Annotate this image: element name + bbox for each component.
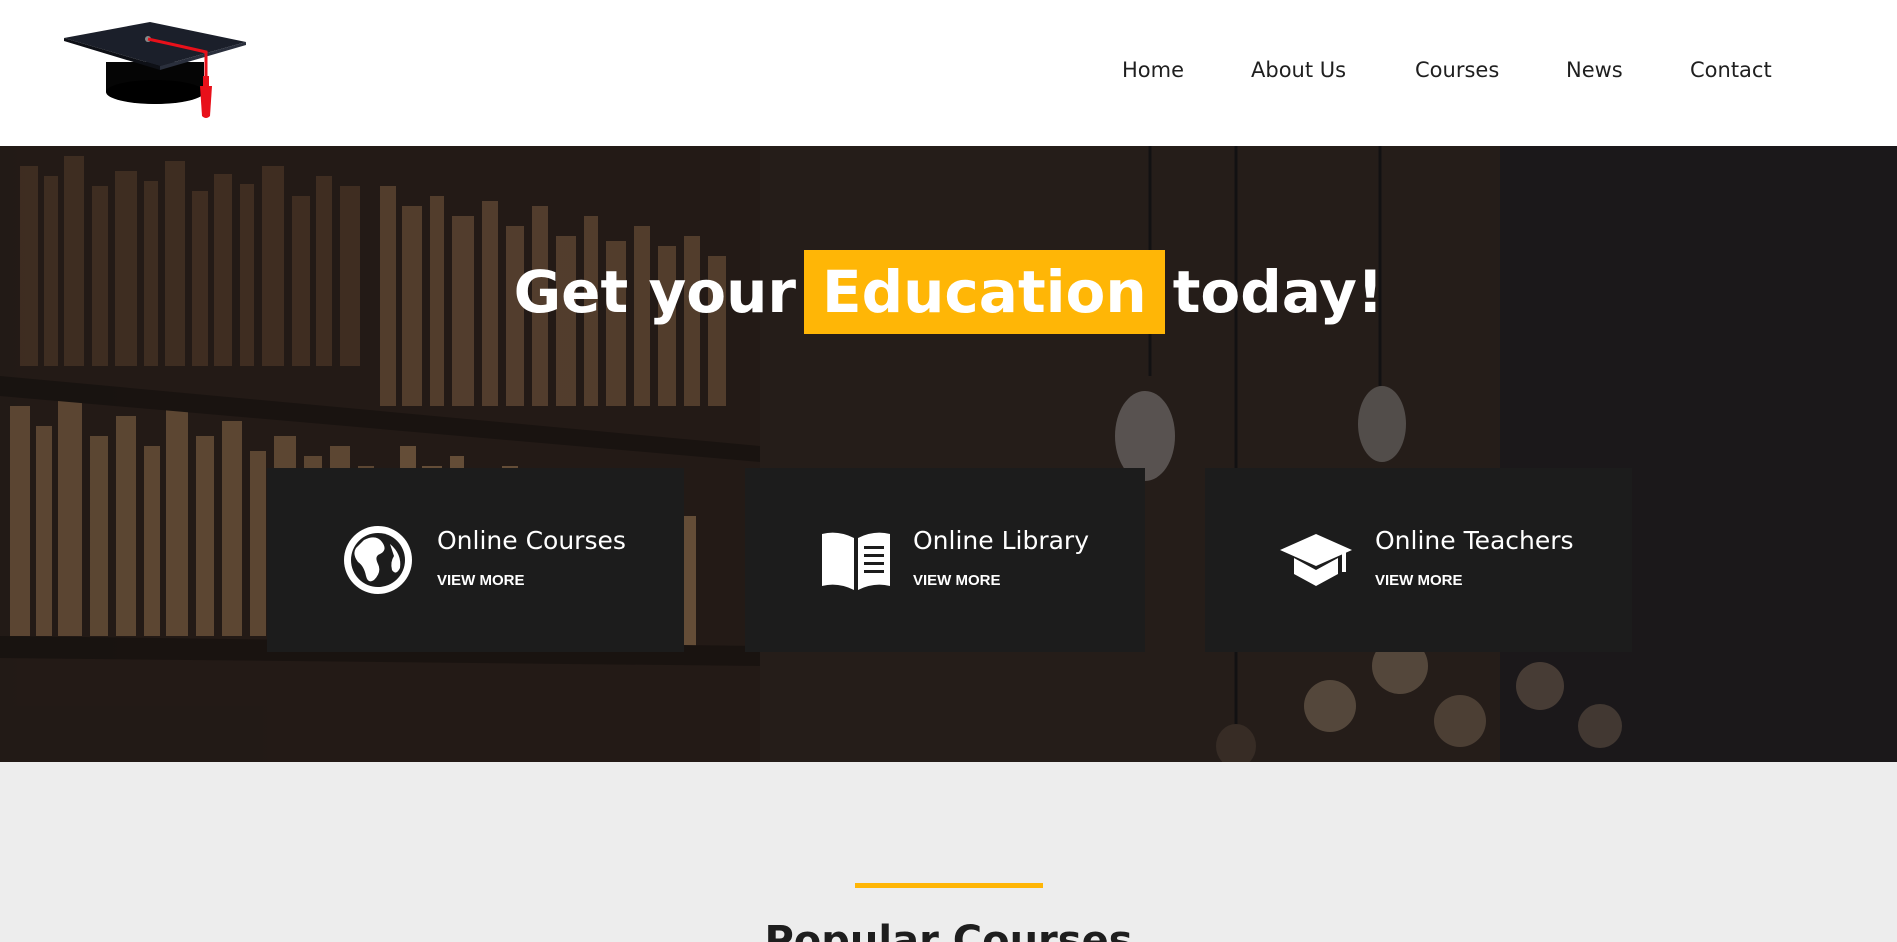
hero-headline: Get your Education today!	[0, 250, 1897, 334]
view-more-link[interactable]: VIEW MORE	[1375, 572, 1463, 589]
open-book-icon	[822, 532, 890, 590]
card-online-courses[interactable]: Online Courses VIEW MORE	[267, 468, 684, 652]
nav-news[interactable]: News	[1566, 58, 1623, 82]
hero-dark-overlay	[0, 146, 1897, 762]
globe-icon	[344, 526, 412, 594]
graduation-cap-icon	[1280, 534, 1352, 586]
view-more-link[interactable]: VIEW MORE	[437, 572, 525, 589]
card-online-library[interactable]: Online Library VIEW MORE	[745, 468, 1145, 652]
headline-text-after: today!	[1172, 258, 1384, 326]
view-more-link[interactable]: VIEW MORE	[913, 572, 1001, 589]
card-title: Online Teachers	[1375, 526, 1574, 555]
card-online-teachers[interactable]: Online Teachers VIEW MORE	[1205, 468, 1632, 652]
nav-about-us[interactable]: About Us	[1251, 58, 1346, 82]
hero-banner: Get your Education today! Online Courses V…	[0, 146, 1897, 762]
headline-highlight: Education	[804, 250, 1165, 334]
nav-contact[interactable]: Contact	[1690, 58, 1772, 82]
nav-courses[interactable]: Courses	[1415, 58, 1499, 82]
card-title: Online Library	[913, 526, 1090, 555]
headline-text-before: Get your	[513, 258, 796, 326]
card-title: Online Courses	[437, 526, 626, 555]
nav-home[interactable]: Home	[1122, 58, 1184, 82]
main-nav: Home About Us Courses News Contact	[0, 58, 1897, 88]
section-accent-line	[855, 883, 1043, 888]
section-title: Popular Courses	[764, 918, 1133, 942]
site-header: Home About Us Courses News Contact	[0, 0, 1897, 146]
